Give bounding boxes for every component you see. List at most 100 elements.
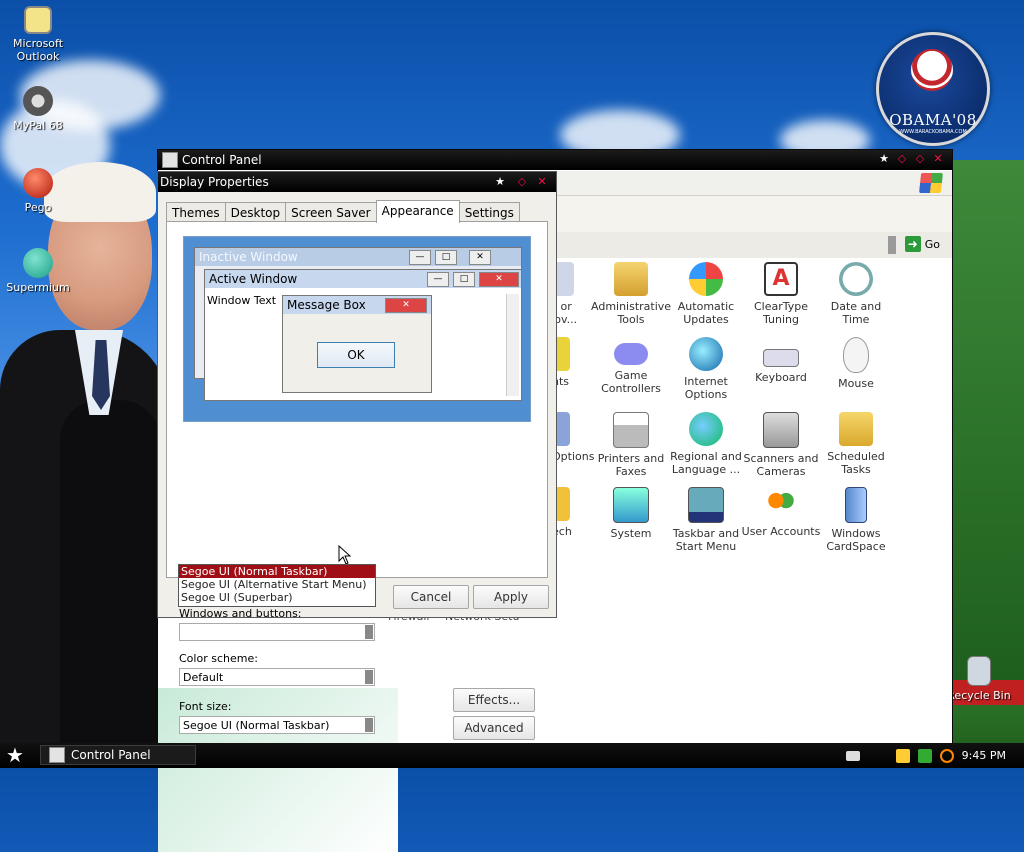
cp-item-internet-options[interactable]: Internet Options <box>666 337 746 401</box>
display-properties-titlebar[interactable]: Display Properties ★ ◇ ✕ <box>158 172 556 192</box>
cp-item-scheduled-tasks[interactable]: Scheduled Tasks <box>816 412 896 476</box>
dropdown-option[interactable]: Segoe UI (Superbar) <box>179 591 375 604</box>
maximize-icon[interactable]: ◇ <box>912 152 928 166</box>
mouse-cursor-icon <box>338 545 352 565</box>
desktop-icon-supermium[interactable]: Supermium <box>1 248 75 294</box>
tab-desktop[interactable]: Desktop <box>224 202 287 223</box>
desktop-icon-label: Recycle Bin <box>947 689 1011 702</box>
cp-item-label: Game Controllers <box>601 369 661 395</box>
taskbar-icon <box>688 487 724 523</box>
cp-item-system[interactable]: System <box>591 487 671 540</box>
tab-themes[interactable]: Themes <box>166 202 226 223</box>
effects-button[interactable]: Effects... <box>453 688 535 712</box>
pego-icon <box>23 168 53 198</box>
cp-item-label: Date and Time <box>830 300 882 326</box>
cp-item-automatic-updates[interactable]: Automatic Updates <box>666 262 746 326</box>
dropdown-arrow-icon <box>365 670 373 684</box>
dropdown-arrow-icon <box>365 718 373 732</box>
regional-icon <box>689 412 723 446</box>
supermium-icon <box>23 248 53 278</box>
go-arrow-icon: ➜ <box>904 236 921 252</box>
control-panel-title: Control Panel <box>182 153 262 167</box>
appearance-preview: Inactive Window — □ ✕ Active Window — □ … <box>183 236 531 422</box>
taskbar: ★ Control Panel 9:45 PM <box>0 743 1024 768</box>
cp-item-keyboard[interactable]: Keyboard <box>741 337 821 384</box>
scheduled-tasks-icon <box>839 412 873 446</box>
cp-item-label: ech <box>552 525 572 538</box>
cp-item-scanners[interactable]: Scanners and Cameras <box>741 412 821 478</box>
keyboard-tray-icon[interactable] <box>845 750 860 761</box>
admin-tools-icon <box>614 262 648 296</box>
desktop-icon-mypal[interactable]: MyPal 68 <box>1 86 75 132</box>
keyboard-icon <box>763 349 799 367</box>
scanners-icon <box>763 412 799 448</box>
apply-button[interactable]: Apply <box>473 585 549 609</box>
cp-item-user-accounts[interactable]: User Accounts <box>741 487 821 538</box>
display-properties-title: Display Properties <box>160 175 269 189</box>
close-icon: ✕ <box>385 298 427 313</box>
cp-item-date-time[interactable]: Date and Time <box>816 262 896 326</box>
font-size-value: Segoe UI (Normal Taskbar) <box>183 719 330 732</box>
advanced-button[interactable]: Advanced <box>453 716 535 740</box>
desktop-icon-recycle-bin[interactable]: Recycle Bin <box>944 656 1014 702</box>
obama-logo-subtext: WWW.BARACKOBAMA.COM <box>899 129 967 135</box>
tab-appearance[interactable]: Appearance <box>375 200 460 223</box>
tab-strip: Themes Desktop Screen Saver Appearance S… <box>166 200 520 223</box>
font-size-select[interactable]: Segoe UI (Normal Taskbar) <box>179 716 375 734</box>
dropdown-option[interactable]: Segoe UI (Alternative Start Menu) <box>179 578 375 591</box>
system-tray: 9:45 PM <box>845 743 1024 768</box>
preview-message-box: Message Box ✕ OK <box>282 295 432 393</box>
cp-item-label: User Accounts <box>741 525 821 538</box>
windows-and-buttons-select[interactable] <box>179 623 375 641</box>
font-size-label: Font size: <box>179 700 232 713</box>
go-button[interactable]: ➜ Go <box>904 236 940 252</box>
cp-item-printers[interactable]: Printers and Faxes <box>591 412 671 478</box>
close-icon[interactable]: ✕ <box>930 152 946 166</box>
cp-item-label: Scanners and Cameras <box>743 452 819 478</box>
tab-screen-saver[interactable]: Screen Saver <box>285 202 377 223</box>
desktop-icon-pego[interactable]: Pego <box>1 168 75 214</box>
search-icon[interactable] <box>939 748 954 763</box>
cp-item-label: Mouse <box>838 377 874 390</box>
cp-item-regional[interactable]: Regional and Language ... <box>666 412 746 476</box>
cp-item-mouse[interactable]: Mouse <box>816 337 896 390</box>
cp-item-taskbar[interactable]: Taskbar and Start Menu <box>666 487 746 553</box>
star-icon[interactable]: ★ <box>490 175 510 189</box>
taskbar-control-panel-button[interactable]: Control Panel <box>40 745 196 765</box>
taskbar-button-label: Control Panel <box>71 748 151 762</box>
control-panel-icon <box>49 747 65 763</box>
printers-icon <box>613 412 649 448</box>
help-icon[interactable]: ◇ <box>514 175 530 189</box>
recycle-bin-icon <box>967 656 991 686</box>
cp-item-label: System <box>610 527 652 540</box>
cp-item-label: Automatic Updates <box>677 300 735 326</box>
system-icon <box>613 487 649 523</box>
game-controllers-icon <box>614 343 648 365</box>
security-shield-icon[interactable] <box>895 748 910 763</box>
cp-item-label: Regional and Language ... <box>670 450 742 476</box>
network-icon[interactable] <box>917 748 932 763</box>
desktop-icon-outlook[interactable]: Microsoft Outlook <box>1 6 75 63</box>
address-dropdown-arrow[interactable] <box>888 236 896 254</box>
automatic-updates-icon <box>689 262 723 296</box>
color-scheme-select[interactable]: Default <box>179 668 375 686</box>
close-icon[interactable]: ✕ <box>534 175 550 189</box>
control-panel-titlebar[interactable]: Control Panel ★ ◇ ◇ ✕ <box>158 150 952 170</box>
cp-item-label: ClearType Tuning <box>753 300 809 326</box>
cancel-button[interactable]: Cancel <box>393 585 469 609</box>
cp-item-administrative-tools[interactable]: Administrative Tools <box>591 262 671 326</box>
desktop-icon-label: Supermium <box>6 281 70 294</box>
cp-item-label: Windows CardSpace <box>826 527 886 553</box>
minimize-icon[interactable]: ◇ <box>894 152 910 166</box>
tab-settings[interactable]: Settings <box>458 202 520 223</box>
start-star-icon[interactable]: ★ <box>6 745 24 765</box>
cp-item-cleartype[interactable]: A ClearType Tuning <box>741 262 821 326</box>
clock[interactable]: 9:45 PM <box>962 749 1006 762</box>
cp-item-game-controllers[interactable]: Game Controllers <box>591 337 671 395</box>
cp-item-cardspace[interactable]: Windows CardSpace <box>816 487 896 553</box>
desktop-icon-label: Pego <box>24 201 52 214</box>
color-scheme-label: Color scheme: <box>179 652 258 665</box>
cp-item-label: Taskbar and Start Menu <box>672 527 740 553</box>
dropdown-option[interactable]: Segoe UI (Normal Taskbar) <box>179 565 375 578</box>
star-icon[interactable]: ★ <box>876 152 892 166</box>
